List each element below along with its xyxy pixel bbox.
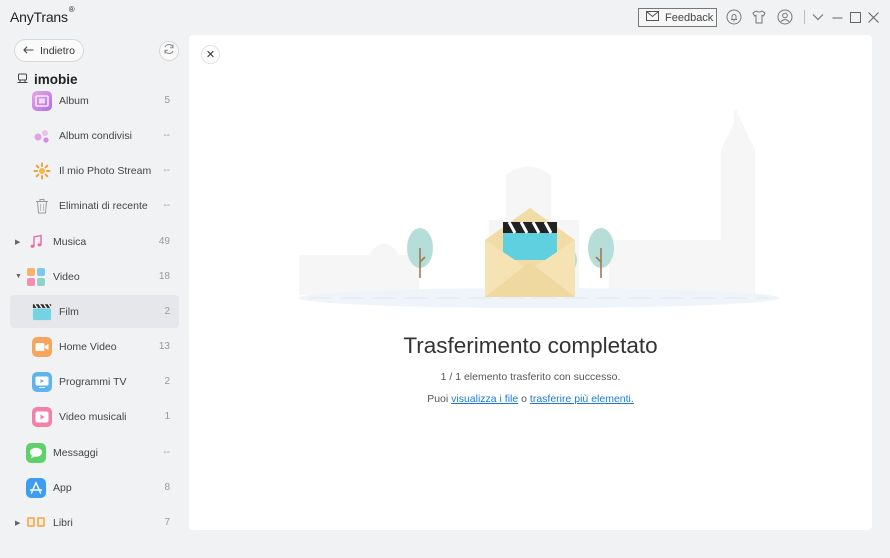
arrow-left-icon <box>23 45 34 57</box>
film-icon <box>32 302 52 322</box>
sidebar-item-video[interactable]: ▼ Video 18 <box>10 260 179 293</box>
tshirt-icon[interactable] <box>751 9 767 25</box>
collapse-arrow-icon[interactable]: ▼ <box>15 273 22 280</box>
photo-stream-icon <box>32 161 52 181</box>
sidebar-item-count: 8 <box>164 482 170 493</box>
transfer-complete-illustration <box>299 110 779 308</box>
sidebar-item-count: 18 <box>158 271 170 282</box>
sidebar-item-label: Programmi TV <box>59 375 127 388</box>
sidebar-item-app[interactable]: App 8 <box>10 471 179 504</box>
sidebar-item-count: 49 <box>158 236 170 247</box>
sidebar-item-label: Video musicali <box>59 410 127 423</box>
expand-arrow-icon[interactable]: ▶ <box>15 519 20 527</box>
links-prefix: Puoi <box>427 393 449 405</box>
sidebar-item-count: -- <box>163 130 170 141</box>
sidebar-item-label: Video <box>53 270 80 283</box>
back-label: Indietro <box>40 44 76 57</box>
sidebar-item-music[interactable]: ▶ Musica 49 <box>10 225 179 258</box>
sidebar-item-label: Album <box>59 94 89 107</box>
music-icon <box>26 232 46 252</box>
sidebar-item-label: Messaggi <box>53 446 98 459</box>
maximize-icon[interactable] <box>847 9 863 25</box>
sidebar-item-messages[interactable]: Messaggi -- <box>10 436 179 469</box>
sidebar-item-count: 7 <box>164 517 170 528</box>
sidebar-item-label: App <box>53 481 72 494</box>
home-video-icon <box>32 336 52 357</box>
chevron-down-icon[interactable] <box>810 9 826 25</box>
sidebar-item-recently-deleted[interactable]: Eliminati di recente -- <box>10 189 179 222</box>
close-panel-button[interactable]: ✕ <box>201 45 220 64</box>
sidebar-item-home-video[interactable]: Home Video 13 <box>10 330 179 363</box>
transfer-complete-title: Trasferimento completato <box>403 333 658 358</box>
sidebar-item-label: Il mio Photo Stream <box>59 164 152 177</box>
bell-icon[interactable] <box>726 9 742 25</box>
links-middle: o <box>521 393 527 405</box>
title-bar: AnyTrans® Feedback <box>0 0 890 34</box>
album-icon <box>32 90 52 111</box>
sidebar-item-count: -- <box>163 200 170 211</box>
transfer-summary: 1 / 1 elemento trasferito con successo. <box>440 371 621 383</box>
sidebar-item-label: Eliminati di recente <box>59 199 148 212</box>
user-icon[interactable] <box>777 9 793 25</box>
view-files-link[interactable]: visualizza i file <box>451 393 518 405</box>
sidebar-item-count: -- <box>163 447 170 458</box>
registered-mark: ® <box>68 5 75 15</box>
sidebar-item-label: Album condivisi <box>59 129 132 142</box>
sidebar-item-film[interactable]: Film 2 <box>10 295 179 328</box>
sidebar-item-count: 2 <box>164 306 170 317</box>
sidebar-item-count: 2 <box>164 376 170 387</box>
mail-icon <box>646 11 659 24</box>
sidebar-item-label: Musica <box>53 235 87 248</box>
sidebar-item-count: 13 <box>158 341 170 352</box>
shared-albums-icon <box>32 126 52 146</box>
messages-icon <box>26 442 46 463</box>
trash-icon <box>32 196 52 216</box>
sidebar-item-label: Libri <box>53 516 73 529</box>
app-title: AnyTrans® <box>10 5 75 25</box>
app-store-icon <box>26 477 46 498</box>
books-icon <box>26 513 46 533</box>
sidebar-item-photo-stream[interactable]: Il mio Photo Stream -- <box>10 154 179 187</box>
sidebar-item-label: Home Video <box>59 340 117 353</box>
sidebar-item-shared-albums[interactable]: Album condivisi -- <box>10 119 179 152</box>
transfer-more-link[interactable]: trasferire più elementi. <box>530 393 634 405</box>
title-bar-divider <box>804 10 805 24</box>
minimize-icon[interactable] <box>829 9 845 25</box>
sidebar-item-album[interactable]: Album 5 <box>10 84 179 117</box>
music-video-icon <box>32 406 52 427</box>
sidebar-item-count: 1 <box>164 411 170 422</box>
sidebar-item-music-videos[interactable]: Video musicali 1 <box>10 400 179 433</box>
sidebar-item-count: -- <box>163 165 170 176</box>
back-button[interactable]: Indietro <box>14 39 84 62</box>
expand-arrow-icon[interactable]: ▶ <box>15 238 20 246</box>
sidebar: Indietro imobie Album 5 Album condivisi … <box>0 34 189 558</box>
feedback-button[interactable]: Feedback <box>638 8 717 27</box>
sidebar-item-books[interactable]: ▶ Libri 7 <box>10 506 179 539</box>
main-panel: ✕ Trasferimento completato 1 / 1 element… <box>189 35 872 530</box>
video-icon <box>26 267 46 287</box>
close-icon: ✕ <box>205 49 216 61</box>
refresh-button[interactable] <box>159 41 179 61</box>
close-icon[interactable] <box>865 9 881 25</box>
sidebar-item-tv-shows[interactable]: Programmi TV 2 <box>10 365 179 398</box>
next-actions: Puoi visualizza i file o trasferire più … <box>189 393 872 405</box>
tv-icon <box>32 371 52 392</box>
feedback-label: Feedback <box>665 11 714 24</box>
sidebar-item-count: 5 <box>164 95 170 106</box>
refresh-icon <box>163 42 175 60</box>
sidebar-item-label: Film <box>59 305 79 318</box>
